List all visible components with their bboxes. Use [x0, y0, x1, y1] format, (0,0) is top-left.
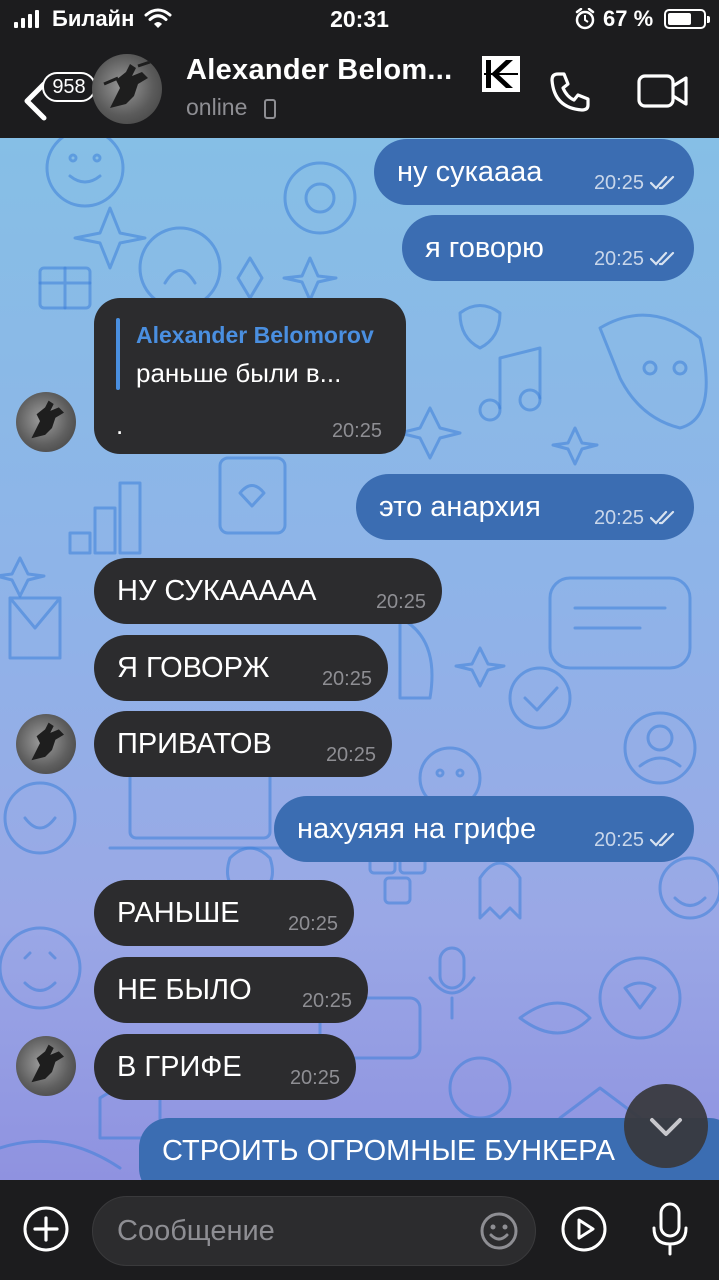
message-time: 20:25: [321, 668, 372, 690]
unread-count-badge: 958: [42, 72, 96, 102]
message-text: В ГРИФЕ: [117, 1051, 242, 1083]
microphone-icon[interactable]: [650, 1202, 690, 1256]
message-text: РАНЬШЕ: [117, 897, 240, 929]
message-text: СТРОИТЬ ОГРОМНЫЕ БУНКЕРА: [162, 1135, 616, 1167]
message-incoming[interactable]: РАНЬШЕ 20:25: [94, 880, 354, 946]
message-incoming[interactable]: ПРИВАТОВ 20:25: [94, 711, 392, 777]
message-text: НЕ БЫЛО: [117, 974, 252, 1006]
sender-avatar[interactable]: [16, 1036, 76, 1096]
chevron-down-icon: [650, 1118, 682, 1136]
chat-area[interactable]: ну сукаааа 20:25 я говорю 20:25 Alexande…: [0, 138, 719, 1180]
avatar-silhouette-icon: [31, 722, 64, 761]
reply-quoted-text[interactable]: раньше были в...: [136, 358, 341, 389]
attach-icon[interactable]: [22, 1205, 70, 1253]
message-incoming[interactable]: НЕ БЫЛО 20:25: [94, 957, 368, 1023]
message-time: 20:25: [375, 591, 426, 613]
double-check-icon: [650, 510, 675, 525]
message-time: 20:25: [287, 913, 338, 935]
message-incoming[interactable]: НУ СУКААААА 20:25: [94, 558, 442, 624]
message-time: 20:25: [593, 507, 644, 529]
emoji-icon[interactable]: [479, 1211, 519, 1251]
message-text: ну сукаааа: [397, 156, 543, 188]
message-outgoing[interactable]: ну сукаааа 20:25: [374, 139, 694, 205]
message-outgoing[interactable]: это анархия 20:25: [356, 474, 694, 540]
message-incoming[interactable]: Я ГОВОРЖ 20:25: [94, 635, 388, 701]
message-text: это анархия: [379, 491, 541, 523]
reply-author[interactable]: Alexander Belomorov: [136, 322, 374, 349]
message-text: я говорю: [425, 232, 544, 264]
message-text: .: [116, 410, 124, 440]
message-text: нахуяяя на грифе: [297, 813, 537, 845]
video-message-icon[interactable]: [560, 1205, 608, 1253]
double-check-icon: [650, 832, 675, 847]
chat-header: 958 Alexander Belom... online: [0, 40, 719, 138]
scroll-to-bottom-button[interactable]: [624, 1084, 708, 1168]
message-time: 20:25: [593, 829, 644, 851]
message-placeholder: Сообщение: [117, 1215, 275, 1247]
message-text: НУ СУКААААА: [117, 575, 317, 607]
back-button[interactable]: 958: [18, 58, 96, 121]
message-text: ПРИВАТОВ: [117, 728, 272, 760]
sender-avatar[interactable]: [16, 392, 76, 452]
avatar-silhouette-icon: [103, 60, 151, 108]
battery-percent: 67 %: [603, 6, 654, 31]
avatar-silhouette-icon: [31, 400, 64, 439]
contact-status: online: [186, 94, 248, 120]
message-time: 20:25: [593, 172, 644, 194]
message-input-bar: Сообщение: [0, 1180, 719, 1280]
message-time: 20:25: [289, 1067, 340, 1089]
battery-icon: [664, 9, 710, 29]
alarm-icon: [575, 8, 595, 30]
double-check-icon: [650, 175, 675, 190]
contact-avatar[interactable]: [92, 54, 162, 124]
call-icon[interactable]: [546, 68, 594, 116]
message-time: 20:25: [301, 990, 352, 1012]
status-bar: Билайн 20:31 67 %: [0, 0, 719, 40]
message-time: 20:25: [331, 420, 382, 442]
message-time: 20:25: [593, 248, 644, 270]
message-incoming[interactable]: В ГРИФЕ 20:25: [94, 1034, 356, 1100]
sender-avatar[interactable]: [16, 714, 76, 774]
message-outgoing[interactable]: я говорю 20:25: [402, 215, 694, 281]
avatar-silhouette-icon: [31, 1044, 64, 1083]
message-time: 20:25: [325, 744, 376, 766]
verified-brand-logo-icon: [482, 56, 520, 92]
video-call-icon[interactable]: [636, 70, 690, 112]
reply-quote-bar: [116, 318, 120, 390]
message-input[interactable]: Сообщение: [92, 1196, 536, 1266]
mobile-device-icon: [264, 99, 276, 119]
message-text: Я ГОВОРЖ: [117, 652, 270, 684]
message-outgoing[interactable]: нахуяяя на грифе 20:25: [274, 796, 694, 862]
double-check-icon: [650, 251, 675, 266]
contact-name[interactable]: Alexander Belom...: [186, 54, 453, 87]
message-incoming-reply[interactable]: Alexander Belomorov раньше были в... . 2…: [94, 298, 406, 454]
